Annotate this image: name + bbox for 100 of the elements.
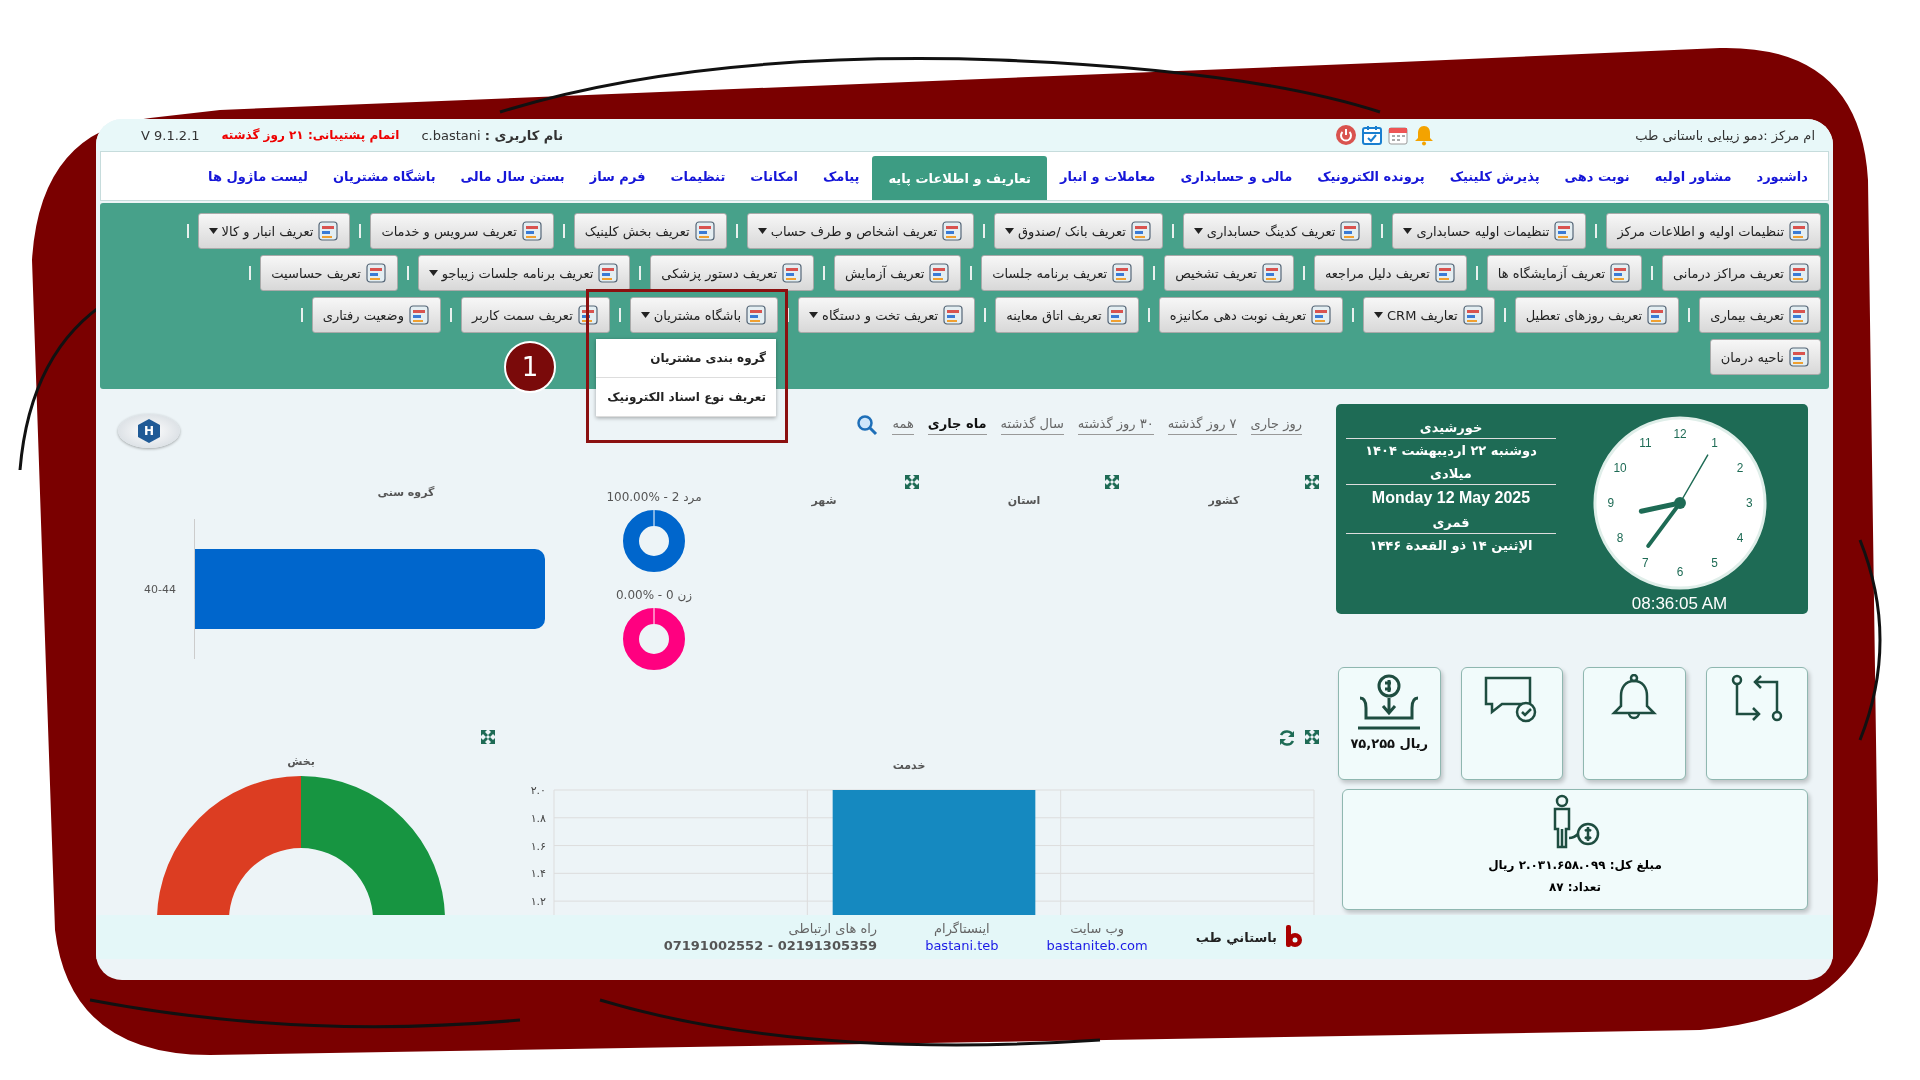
- expand-icon[interactable]: [904, 474, 920, 490]
- instagram-link[interactable]: bastani.teb: [925, 938, 999, 953]
- toolbar-button[interactable]: تنظیمات اولیه و اطلاعات مرکز: [1606, 213, 1821, 249]
- nav-tab[interactable]: امکانات: [738, 152, 811, 200]
- calendar-check-icon[interactable]: [1361, 124, 1384, 146]
- clock-number: 3: [1745, 495, 1753, 510]
- amount-text: ۷۵,۲۵۵ ریال: [1350, 736, 1429, 751]
- toolbar-button[interactable]: تنظیمات اولیه حسابداری: [1392, 213, 1587, 249]
- date-filter-link[interactable]: سال گذشته: [1000, 415, 1064, 435]
- toolbar-button[interactable]: تعریف اتاق معاینه: [995, 297, 1139, 333]
- toolbar-button[interactable]: تعریف دلیل مراجعه: [1313, 255, 1467, 291]
- square-icon: [1111, 262, 1134, 284]
- toolbar-button[interactable]: تعریف نوبت دهی مکانیزه: [1158, 297, 1343, 333]
- square-icon: [520, 220, 543, 242]
- caret-icon: [1374, 312, 1383, 318]
- square-icon: [597, 262, 620, 284]
- refresh-icon[interactable]: [1278, 729, 1296, 747]
- toolbar-button[interactable]: تعریف حساسیت: [260, 255, 398, 291]
- square-icon: [1609, 262, 1632, 284]
- nav-tab[interactable]: فرم ساز: [577, 152, 658, 200]
- legend-label: 0.00% - 0 زن: [615, 588, 693, 602]
- menu-item[interactable]: تعریف نوع اسناد الکترونیک: [596, 378, 777, 417]
- toolbar-button[interactable]: باشگاه مشتریان: [629, 297, 779, 333]
- toolbar-button[interactable]: تعریف تخت و دستگاه: [798, 297, 976, 333]
- toolbar-button[interactable]: تعریف آزمایشگاه ها: [1486, 255, 1643, 291]
- shortcut-tile[interactable]: [1583, 667, 1686, 780]
- toolbar-button[interactable]: ناحیه درمان: [1709, 339, 1821, 375]
- date-text: Monday 12 May 2025: [1346, 484, 1556, 511]
- clock-number: 1: [1710, 436, 1718, 450]
- date-filter-link[interactable]: همه: [892, 415, 914, 435]
- clock-number: 12: [1672, 426, 1687, 441]
- toolbar-button[interactable]: تعریف بانک /صندوق: [994, 213, 1163, 249]
- date-filter-link[interactable]: روز جاری: [1250, 415, 1302, 435]
- clock-number: 11: [1638, 436, 1652, 450]
- digital-time: 08:36:05 AM: [1631, 594, 1728, 614]
- calendar-icon[interactable]: [1387, 124, 1410, 146]
- toolbar-button[interactable]: تعریف اشخاص و طرف حساب: [746, 213, 974, 249]
- caret-icon: [809, 312, 819, 318]
- toolbar-button[interactable]: تعریف بخش کلینیک: [573, 213, 727, 249]
- square-icon: [1461, 304, 1484, 326]
- logo-badge[interactable]: H: [118, 414, 180, 448]
- expand-icon[interactable]: [1104, 474, 1120, 490]
- toolbar-button[interactable]: تعریف انبار و کالا: [197, 213, 351, 249]
- square-icon: [941, 220, 963, 242]
- nav-tab[interactable]: نوبت دهی: [1552, 152, 1642, 200]
- toolbar-button[interactable]: تعریف روزهای تعطیل: [1514, 297, 1680, 333]
- toolbar-button[interactable]: تعاریف CRM: [1363, 297, 1495, 333]
- date-filter-link[interactable]: ماه جاری: [927, 415, 987, 435]
- toolbar-button[interactable]: تعریف بیماری: [1699, 297, 1821, 333]
- tick-label: ۲.۰: [530, 784, 546, 797]
- search-icon[interactable]: [856, 414, 879, 436]
- caret-icon: [208, 228, 218, 234]
- square-icon: [1339, 220, 1362, 242]
- nav-tab[interactable]: باشگاه مشتریان: [320, 152, 448, 200]
- nav-tab[interactable]: معاملات و انبار: [1048, 152, 1168, 200]
- nav-tab[interactable]: تنظیمات: [658, 152, 738, 200]
- website-label: وب سایت: [1070, 921, 1125, 936]
- square-icon: [1553, 220, 1576, 242]
- toolbar-button[interactable]: تعریف برنامه جلسات زیباجو: [417, 255, 631, 291]
- date-filter-link[interactable]: ۳۰ روز گذشته: [1077, 415, 1154, 435]
- chart-title: خدمت: [891, 759, 927, 772]
- nav-tab[interactable]: پذیرش کلینیک: [1437, 152, 1552, 200]
- toolbar-button[interactable]: تعریف کدینگ حسابداری: [1182, 213, 1373, 249]
- date-filter-link[interactable]: ۷ روز گذشته: [1167, 415, 1237, 435]
- nav-tab[interactable]: مشاور اولیه: [1642, 152, 1744, 200]
- shortcut-tile[interactable]: [1705, 667, 1808, 780]
- toolbar-button[interactable]: تعریف آزمایش: [834, 255, 962, 291]
- toolbar-button[interactable]: تعریف مراکز درمانی: [1662, 255, 1821, 291]
- calendar-title: خورشیدی: [1419, 419, 1483, 437]
- expand-icon[interactable]: [1304, 474, 1320, 490]
- expand-icon[interactable]: [1304, 729, 1320, 745]
- support-status: اتمام پشتیبانی: ۲۱ روز گذشته: [221, 128, 400, 142]
- shortcut-tile[interactable]: ۷۵,۲۵۵ ریال: [1338, 667, 1441, 780]
- toolbar-button[interactable]: تعریف دستور پزشکی: [650, 255, 814, 291]
- toolbar-button[interactable]: تعریف برنامه جلسات: [981, 255, 1145, 291]
- brand-name: باستاني طب: [1195, 929, 1277, 945]
- expand-icon[interactable]: [480, 729, 496, 745]
- menu-item[interactable]: گروه بندی مشتریان: [596, 339, 777, 378]
- shortcut-tile[interactable]: [1460, 667, 1563, 780]
- chart-title: استان: [1006, 494, 1042, 507]
- nav-tab[interactable]: بستن سال مالی: [448, 152, 577, 200]
- nav-tab[interactable]: مالی و حسابداری: [1168, 152, 1305, 200]
- tick-label: ۱.۶: [530, 839, 546, 853]
- square-icon: [1788, 346, 1810, 368]
- square-icon: [1788, 262, 1810, 284]
- nav-tab[interactable]: لیست ماژول ها: [196, 152, 320, 200]
- nav-tab[interactable]: داشبورد: [1744, 152, 1820, 200]
- toolbar-button[interactable]: تعریف سمت کاربر: [460, 297, 610, 333]
- instagram-label: اینستاگرام: [934, 921, 990, 936]
- caret-icon: [1005, 228, 1014, 234]
- square-icon: [1310, 304, 1332, 326]
- toolbar-button[interactable]: وضعیت رفتاری: [311, 297, 441, 333]
- nav-tab[interactable]: پرونده الکترونیک: [1305, 152, 1437, 200]
- toolbar-button[interactable]: تعریف سرویس و خدمات: [370, 213, 554, 249]
- callout-number: 1: [504, 341, 557, 393]
- toolbar-button[interactable]: تعریف تشخیص: [1164, 255, 1294, 291]
- clock-number: 7: [1641, 555, 1649, 570]
- power-icon[interactable]: [1335, 124, 1358, 146]
- nav-tab[interactable]: پیامک: [811, 152, 872, 200]
- website-link[interactable]: bastaniteb.com: [1046, 938, 1148, 953]
